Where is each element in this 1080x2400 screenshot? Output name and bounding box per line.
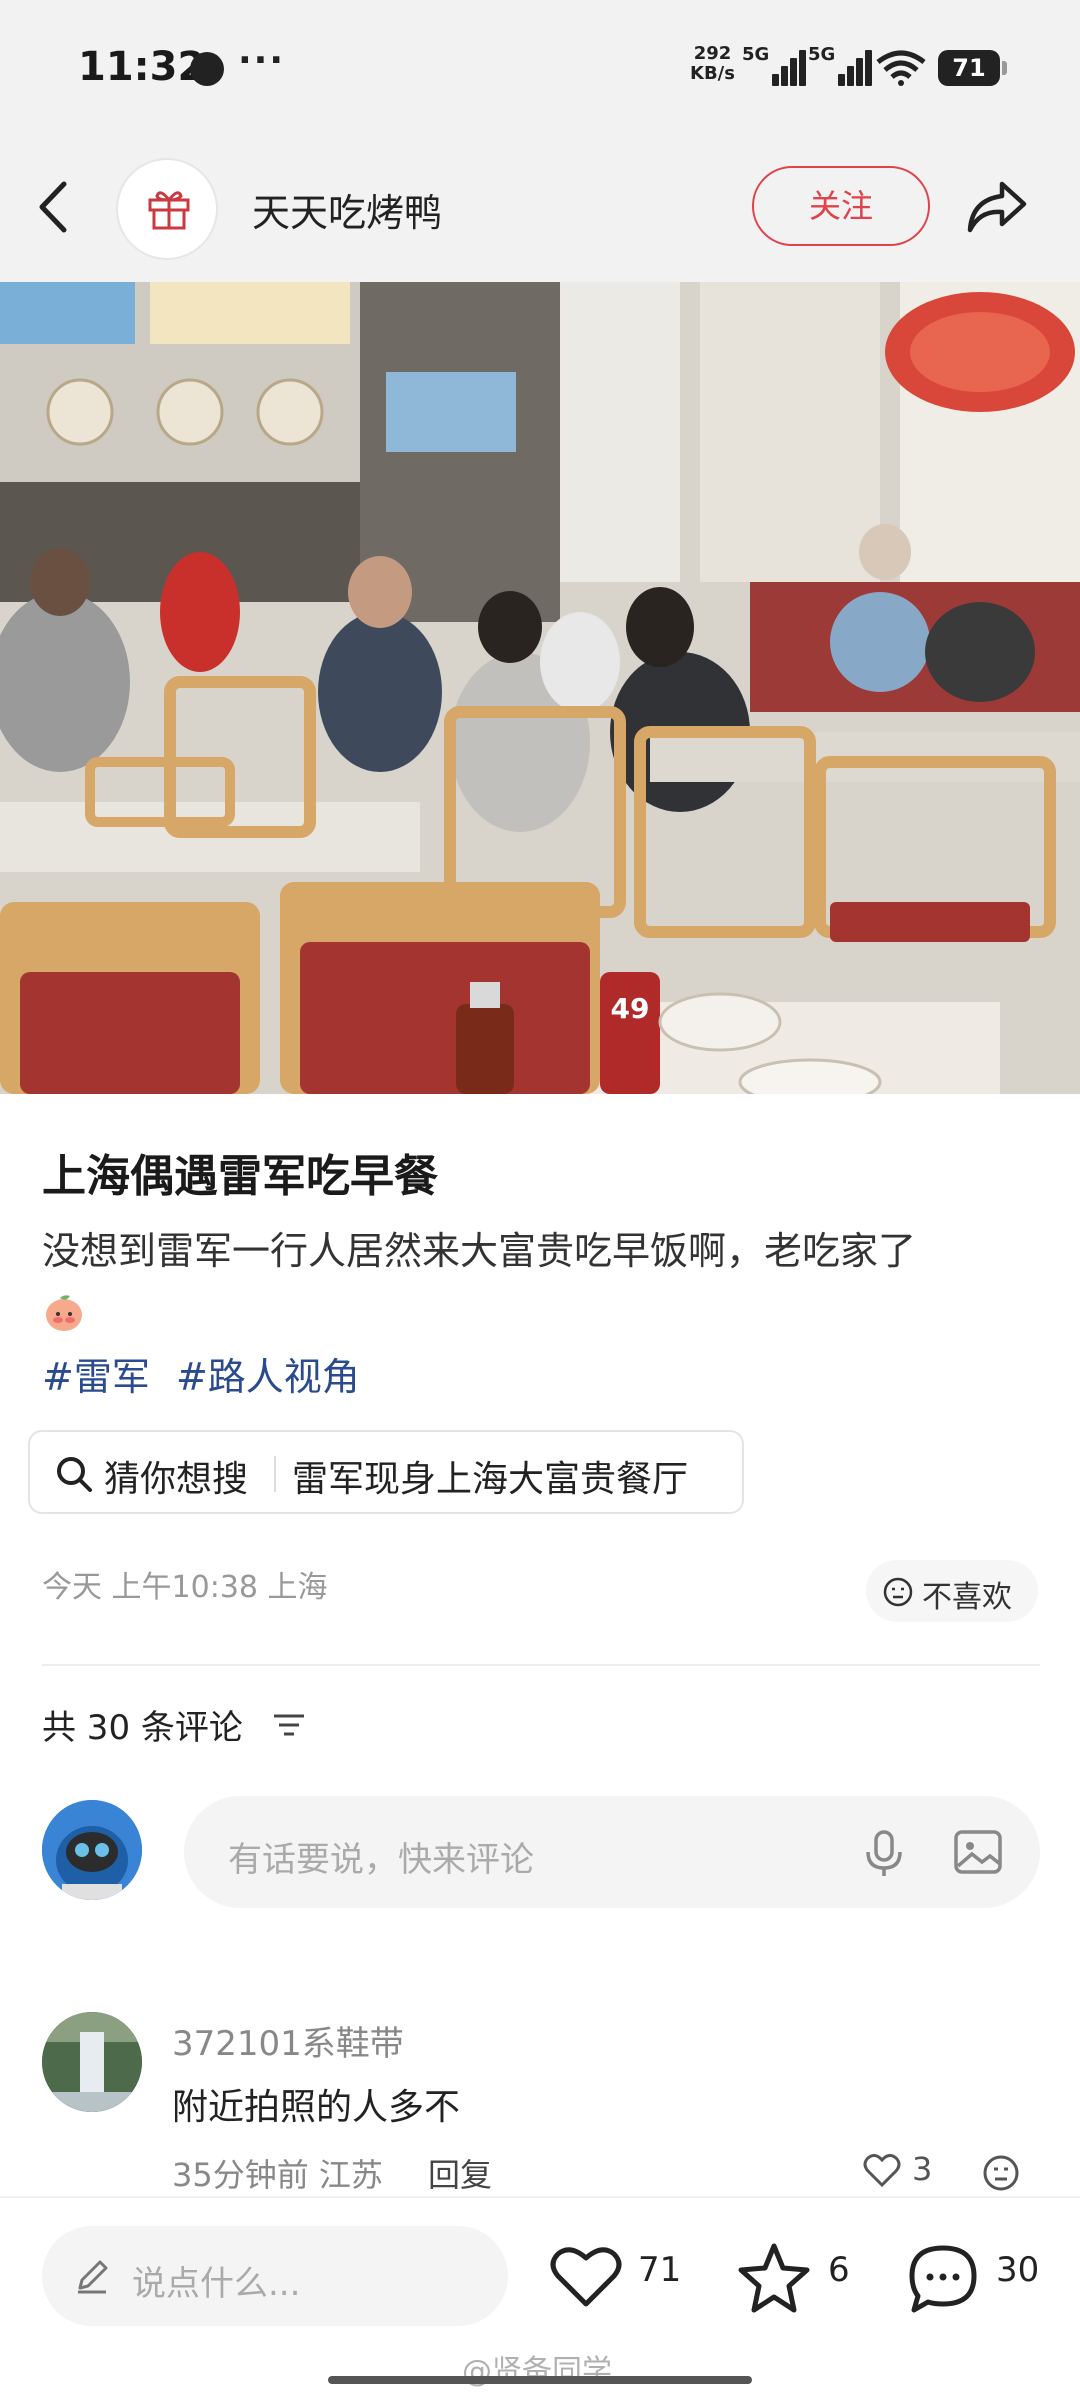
- restaurant-photo-illustration: 49: [0, 282, 1080, 1094]
- comment-text: 附近拍照的人多不: [172, 2087, 461, 2128]
- author-avatar[interactable]: [116, 158, 218, 260]
- my-avatar: [42, 1800, 142, 1900]
- status-time: 11:32: [78, 44, 206, 90]
- signal-bars-icon: [826, 50, 872, 86]
- tag-link[interactable]: #雷军: [42, 1355, 150, 1399]
- neutral-face-icon: [883, 1577, 913, 1607]
- comment-input-placeholder: 有话要说，快来评论: [228, 1840, 534, 1880]
- wifi-icon: [876, 50, 926, 86]
- signal-bars-icon: [760, 50, 806, 86]
- guess-label: 猜你想搜: [104, 1459, 249, 1500]
- comment-input[interactable]: 有话要说，快来评论: [184, 1796, 1040, 1908]
- status-more-dots: ···: [238, 40, 286, 81]
- tag-link[interactable]: #路人视角: [176, 1355, 360, 1399]
- comment-username[interactable]: 372101系鞋带: [172, 2016, 404, 2065]
- guess-query[interactable]: 雷军现身上海大富贵餐厅: [292, 1450, 688, 1502]
- dislike-button[interactable]: 不喜欢: [866, 1560, 1038, 1622]
- guess-separator: [274, 1456, 276, 1492]
- comment-count-bottom: 30: [996, 2250, 1040, 2290]
- star-count: 6: [828, 2250, 850, 2290]
- comment-reply-button[interactable]: 回复: [428, 2150, 492, 2196]
- post-title: 上海偶遇雷军吃早餐: [42, 1151, 438, 1202]
- dislike-label: 不喜欢: [922, 1580, 1012, 1615]
- peach-emoji-icon: [46, 1294, 82, 1331]
- neutral-face-icon[interactable]: [982, 2154, 1020, 2192]
- network-speed: 292 KB/s: [690, 44, 735, 84]
- network-speed-value: 292: [693, 43, 732, 64]
- like-heart-icon[interactable]: [548, 2242, 624, 2310]
- post-meta: 今天 上午10:38 上海: [42, 1570, 328, 1605]
- gift-icon: [148, 191, 190, 230]
- share-icon[interactable]: [962, 170, 1032, 240]
- post-tags: #雷军 #路人视角: [42, 1346, 374, 1401]
- post-header: 天天吃烤鸭 关注: [0, 140, 1080, 282]
- sort-icon[interactable]: [272, 1710, 306, 1740]
- home-indicator[interactable]: [328, 2376, 752, 2384]
- clock-icon: [190, 52, 224, 86]
- comment-count: 共 30 条评论: [42, 1708, 243, 1748]
- say-placeholder: 说点什么...: [132, 2264, 301, 2304]
- comment-time: 35分钟前 江苏: [172, 2156, 383, 2194]
- commenter-avatar[interactable]: [42, 2012, 142, 2112]
- pen-icon: [78, 2260, 108, 2294]
- status-bar: 11:32 ··· 292 KB/s 5G 5G 71: [0, 0, 1080, 140]
- bottom-action-bar: 说点什么... 71 6 30 @贤备同学: [0, 2196, 1080, 2400]
- search-icon: [57, 1457, 92, 1492]
- author-name[interactable]: 天天吃烤鸭: [252, 182, 442, 237]
- follow-button[interactable]: 关注: [752, 166, 930, 246]
- say-something-input[interactable]: 说点什么...: [42, 2226, 508, 2326]
- divider: [42, 1664, 1040, 1666]
- heart-icon[interactable]: [862, 2152, 902, 2188]
- guess-search-box[interactable]: 猜你想搜 雷军现身上海大富贵餐厅: [28, 1430, 744, 1514]
- post-body-text: 没想到雷军一行人居然来大富贵吃早饭啊，老吃家了: [42, 1229, 917, 1273]
- post-body: 没想到雷军一行人居然来大富贵吃早饭啊，老吃家了: [42, 1222, 1042, 1338]
- post-photo[interactable]: 49: [0, 282, 1080, 1094]
- star-icon[interactable]: [736, 2242, 812, 2314]
- comment-like-count: 3: [912, 2150, 933, 2188]
- battery-indicator: 71: [938, 50, 1007, 86]
- waterfall-avatar-illustration: [42, 2012, 142, 2112]
- network-speed-unit: KB/s: [690, 63, 735, 84]
- image-icon[interactable]: [948, 1822, 1008, 1882]
- like-count: 71: [638, 2250, 682, 2290]
- table-number-sign: 49: [611, 992, 650, 1025]
- comment-bubble-icon[interactable]: [906, 2242, 980, 2316]
- back-arrow-icon[interactable]: [34, 176, 74, 238]
- microphone-icon[interactable]: [854, 1822, 914, 1882]
- avatar-illustration: [42, 1800, 142, 1900]
